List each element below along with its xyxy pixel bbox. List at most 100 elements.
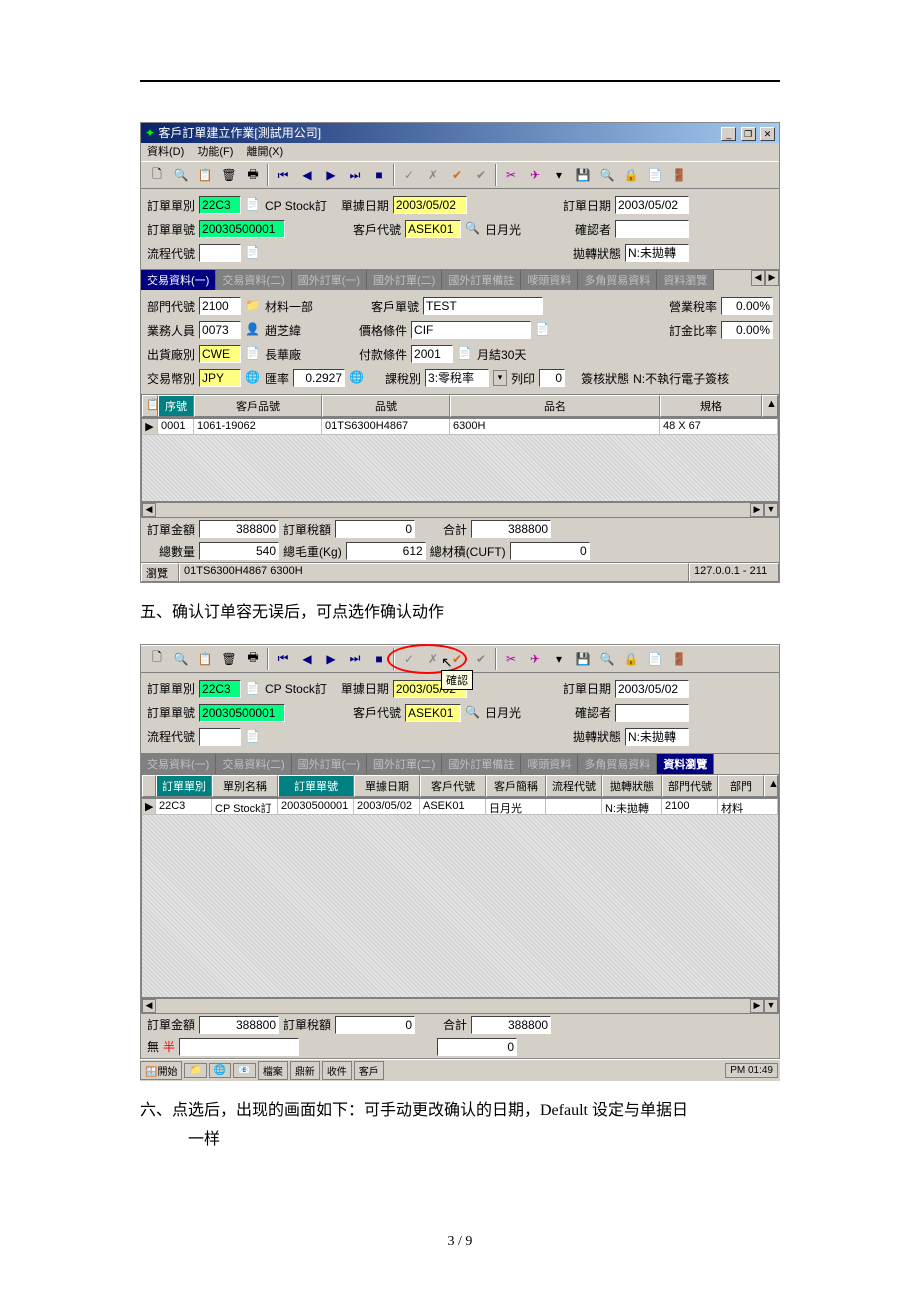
cell-spec[interactable]: 48 X 67 [660, 419, 778, 434]
stop-icon[interactable]: ■ [368, 164, 390, 186]
tab-mark[interactable]: 嘜頭資料 [521, 754, 578, 774]
tab-foreign1[interactable]: 國外訂單(一) [292, 754, 367, 774]
log-icon[interactable]: 📄 [644, 164, 666, 186]
copy-icon[interactable]: 📋 [194, 164, 216, 186]
next-icon[interactable]: ▶ [320, 164, 342, 186]
fld-ordtype[interactable]: 22C3 [199, 680, 241, 698]
next-icon[interactable]: ▶ [320, 648, 342, 670]
tab-trade1[interactable]: 交易資料(一) [141, 270, 216, 290]
col-spec[interactable]: 規格 [660, 395, 762, 417]
col-6[interactable]: 流程代號 [546, 775, 602, 797]
tab-trade2[interactable]: 交易資料(二) [216, 754, 291, 774]
fld-curr[interactable]: JPY [199, 369, 241, 387]
task-item[interactable]: 📧 [233, 1063, 255, 1078]
scroll-right-icon[interactable]: ▶ [750, 503, 764, 517]
fld-dept[interactable]: 2100 [199, 297, 241, 315]
tool2-icon[interactable]: ✈ [524, 164, 546, 186]
calendar-icon[interactable] [471, 681, 487, 697]
col-7[interactable]: 拋轉狀態 [602, 775, 662, 797]
start-button[interactable]: 🪟開始 [140, 1061, 182, 1080]
minimize-button[interactable]: _ [721, 127, 736, 141]
col-5[interactable]: 客戶簡稱 [486, 775, 546, 797]
lookup-icon[interactable]: 📄 [245, 681, 261, 697]
last-icon[interactable]: ⏭ [344, 164, 366, 186]
cell-6[interactable] [546, 799, 602, 814]
col-scroll-up[interactable]: ▲ [762, 395, 778, 417]
fld-custordno[interactable]: TEST [423, 297, 543, 315]
first-icon[interactable]: ⏮ [272, 164, 294, 186]
scroll-left-icon[interactable]: ◀ [142, 999, 156, 1013]
fld-sales[interactable]: 0073 [199, 321, 241, 339]
tab-trade2[interactable]: 交易資料(二) [216, 270, 291, 290]
menu-func[interactable]: 功能(F) [197, 146, 233, 158]
first-icon[interactable]: ⏮ [272, 648, 294, 670]
cell-1[interactable]: CP Stock訂 [212, 799, 278, 814]
col-0[interactable]: 訂單單別 [156, 775, 212, 797]
tab-triangle[interactable]: 多角貿易資料 [578, 270, 657, 290]
cancel-icon[interactable]: ✗ [422, 164, 444, 186]
task-item[interactable]: 🌐 [209, 1063, 231, 1078]
tab-foreign2[interactable]: 國外訂單(二) [367, 754, 442, 774]
col-scroll-up[interactable]: ▲ [764, 775, 778, 797]
preview-icon[interactable]: 🔍 [170, 648, 192, 670]
fld-orddate[interactable]: 2003/05/02 [615, 680, 689, 698]
log-icon[interactable]: 📄 [644, 648, 666, 670]
fld-priceterm[interactable]: CIF [411, 321, 531, 339]
col-seq[interactable]: 序號 [158, 395, 194, 417]
tab-mark[interactable]: 嘜頭資料 [521, 270, 578, 290]
col-pn[interactable]: 品號 [322, 395, 450, 417]
check-icon[interactable]: ✓ [398, 648, 420, 670]
lock-icon[interactable]: 🔒 [620, 164, 642, 186]
fld-flowcode[interactable] [199, 244, 241, 262]
lookup-icon[interactable]: 👤 [245, 322, 261, 338]
col-name[interactable]: 品名 [450, 395, 660, 417]
lookup-icon[interactable]: 🌐 [245, 370, 261, 386]
dropdown-icon[interactable]: ▾ [493, 370, 507, 386]
cell-3[interactable]: 2003/05/02 [354, 799, 420, 814]
close-button[interactable]: ✕ [760, 127, 775, 141]
lookup-icon[interactable]: 📄 [457, 346, 473, 362]
tool1-icon[interactable]: ✂ [500, 164, 522, 186]
refresh-icon[interactable]: 🌐 [349, 370, 365, 386]
print-icon[interactable]: 🖶 [242, 164, 264, 186]
cell-9[interactable]: 材料 [718, 799, 778, 814]
menu-data[interactable]: 資料(D) [147, 146, 184, 158]
lookup-icon[interactable]: 📄 [245, 346, 261, 362]
fld-taxtype[interactable]: 3:零稅率 [425, 369, 489, 387]
print-icon[interactable]: 🖶 [242, 648, 264, 670]
last-icon[interactable]: ⏭ [344, 648, 366, 670]
lookup-icon[interactable]: 📁 [245, 298, 261, 314]
task-item[interactable]: 鼎新 [290, 1061, 320, 1080]
tab-browse[interactable]: 資料瀏覽 [657, 754, 714, 774]
cell-2[interactable]: 20030500001 [278, 799, 354, 814]
cell-4[interactable]: ASEK01 [420, 799, 486, 814]
lookup-icon[interactable]: 📄 [535, 322, 551, 338]
lookup-icon[interactable]: 📄 [245, 245, 261, 261]
dropdown-icon[interactable]: ▾ [548, 164, 570, 186]
col-custpn[interactable]: 客戶品號 [194, 395, 322, 417]
fld-orddate[interactable]: 2003/05/02 [615, 196, 689, 214]
scroll-left-icon[interactable]: ◀ [142, 503, 156, 517]
save-icon[interactable]: 💾 [572, 164, 594, 186]
fld-custcode[interactable]: ASEK01 [405, 704, 461, 722]
new-icon[interactable]: 🗋 [146, 648, 168, 670]
tab-foreign2[interactable]: 國外訂單(二) [367, 270, 442, 290]
fld-rate[interactable]: 0.2927 [293, 369, 345, 387]
lookup-icon[interactable]: 🔍 [465, 705, 481, 721]
new-icon[interactable]: 🗋 [146, 164, 168, 186]
col-9[interactable]: 部門 [718, 775, 764, 797]
col-1[interactable]: 單別名稱 [212, 775, 278, 797]
delete-icon[interactable]: 🗑 [218, 648, 240, 670]
tab-triangle[interactable]: 多角貿易資料 [578, 754, 657, 774]
prev-icon[interactable]: ◀ [296, 164, 318, 186]
cell-5[interactable]: 日月光 [486, 799, 546, 814]
exit-icon[interactable]: 🚪 [668, 164, 690, 186]
row-marker[interactable]: ▶ [142, 419, 158, 434]
col-4[interactable]: 客戶代號 [420, 775, 486, 797]
cell-7[interactable]: N:未拋轉 [602, 799, 662, 814]
row-marker[interactable]: ▶ [142, 799, 156, 814]
tab-foreign1[interactable]: 國外訂單(一) [292, 270, 367, 290]
prev-icon[interactable]: ◀ [296, 648, 318, 670]
col-3[interactable]: 單據日期 [354, 775, 420, 797]
check-icon[interactable]: ✓ [398, 164, 420, 186]
